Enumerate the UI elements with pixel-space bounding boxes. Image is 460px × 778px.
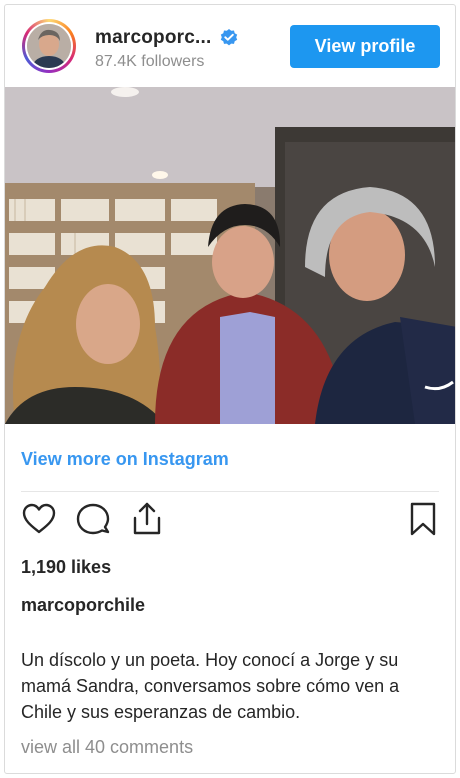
instagram-embed-card: marcoporc... 87.4K followers View profil…: [4, 4, 456, 774]
view-comments-link[interactable]: view all 40 comments: [21, 737, 193, 758]
post-image[interactable]: [5, 87, 455, 424]
post-photo: [5, 87, 455, 424]
view-profile-button[interactable]: View profile: [290, 25, 440, 68]
view-more-link[interactable]: View more on Instagram: [21, 449, 229, 470]
action-bar: [5, 501, 455, 543]
post-header: marcoporc... 87.4K followers View profil…: [5, 5, 455, 87]
follower-count: 87.4K followers: [95, 53, 205, 70]
heart-icon[interactable]: [21, 501, 57, 537]
bookmark-icon[interactable]: [405, 501, 441, 537]
avatar-photo: [27, 24, 71, 68]
avatar[interactable]: [22, 19, 76, 73]
caption-text: Un díscolo y un poeta. Hoy conocí a Jorg…: [21, 650, 400, 722]
comment-icon[interactable]: [75, 501, 111, 537]
divider: [21, 491, 439, 492]
like-count[interactable]: 1,190 likes: [21, 557, 111, 578]
avatar-image: [27, 24, 71, 68]
username[interactable]: marcoporc...: [95, 27, 211, 49]
share-icon[interactable]: [129, 501, 165, 537]
verified-badge-icon: [221, 29, 238, 46]
caption-username[interactable]: marcoporchile: [21, 595, 145, 616]
